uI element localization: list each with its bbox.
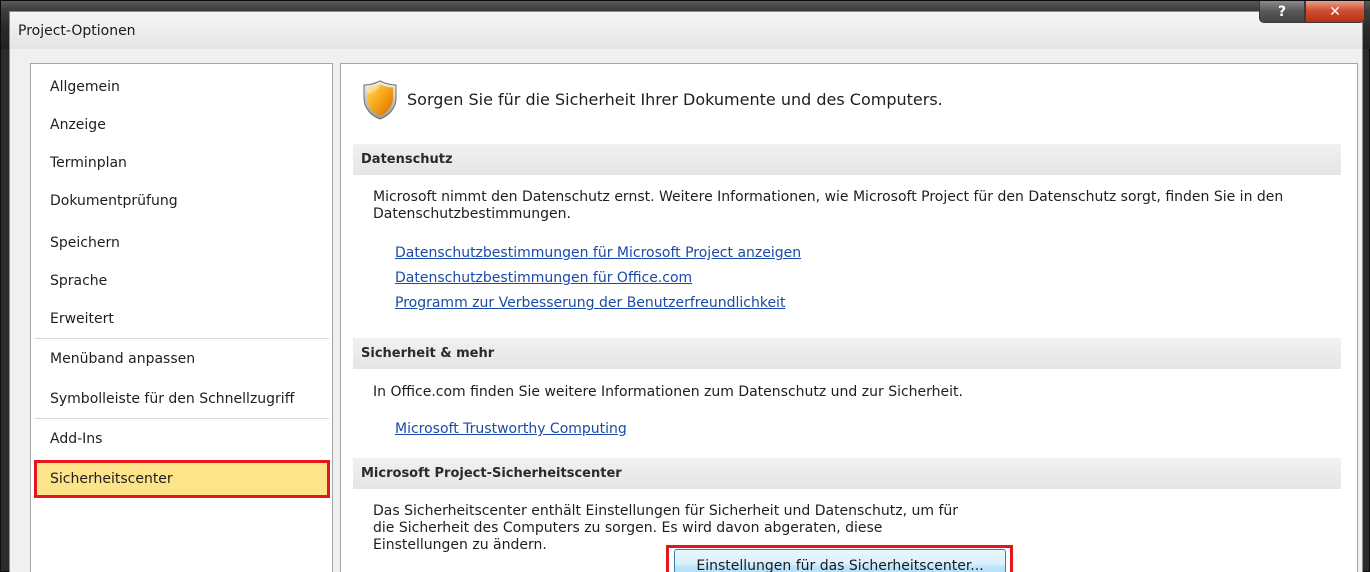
dialog-content: Allgemein Anzeige Terminplan Dokumentprü… (9, 49, 1363, 572)
link-datenschutz-project[interactable]: Datenschutzbestimmungen für Microsoft Pr… (395, 245, 801, 261)
main-panel: Sorgen Sie für die Sicherheit Ihrer Doku… (340, 63, 1358, 572)
help-button[interactable]: ? (1259, 1, 1305, 23)
caption-buttons: ? ✕ (1259, 1, 1365, 23)
sidebar-item-erweitert[interactable]: Erweitert (34, 300, 330, 338)
title-bar[interactable]: Project-Optionen ? ✕ (1, 1, 1370, 49)
help-icon: ? (1277, 3, 1287, 20)
sidebar-item-anzeige[interactable]: Anzeige (34, 106, 330, 144)
close-icon: ✕ (1329, 3, 1341, 20)
trust-center-settings-button[interactable]: Einstellungen für das Sicherheitscenter.… (674, 549, 1006, 572)
page-title: Sorgen Sie für die Sicherheit Ihrer Doku… (407, 90, 943, 109)
link-trustworthy-computing[interactable]: Microsoft Trustworthy Computing (395, 421, 627, 437)
window-title: Project-Optionen (18, 23, 136, 39)
sidebar-item-terminplan[interactable]: Terminplan (34, 144, 330, 182)
datenschutz-description: Microsoft nimmt den Datenschutz ernst. W… (373, 189, 1284, 222)
section-header-sicherheit: Sicherheit & mehr (353, 338, 1341, 369)
sidebar-item-allgemein[interactable]: Allgemein (34, 68, 330, 106)
security-shield-icon (363, 80, 397, 120)
section-header-sicherheitscenter: Microsoft Project-Sicherheitscenter (353, 458, 1341, 489)
sidebar-item-sprache[interactable]: Sprache (34, 262, 330, 300)
section-header-datenschutz: Datenschutz (353, 144, 1341, 175)
project-options-dialog: Project-Optionen ? ✕ Allgemein Anzeige T… (0, 0, 1370, 572)
link-datenschutz-officecom[interactable]: Datenschutzbestimmungen für Office.com (395, 270, 692, 286)
sidebar-item-sicherheitscenter[interactable]: Sicherheitscenter (34, 460, 330, 498)
link-verbesserung-benutzerfreundlichkeit[interactable]: Programm zur Verbesserung der Benutzerfr… (395, 295, 785, 311)
options-sidebar: Allgemein Anzeige Terminplan Dokumentprü… (30, 63, 333, 572)
close-button[interactable]: ✕ (1305, 1, 1365, 23)
sidebar-divider (35, 418, 329, 419)
sidebar-item-add-ins[interactable]: Add-Ins (34, 420, 330, 458)
sidebar-item-dokumentpruefung[interactable]: Dokumentprüfung (34, 182, 330, 220)
sidebar-item-speichern[interactable]: Speichern (34, 224, 330, 262)
sidebar-divider (35, 338, 329, 339)
sidebar-item-schnellzugriff[interactable]: Symbolleiste für den Schnellzugriff (34, 380, 330, 418)
title-pane: Project-Optionen (9, 11, 1363, 49)
sidebar-item-menueband-anpassen[interactable]: Menüband anpassen (34, 340, 330, 378)
sicherheit-description: In Office.com finden Sie weitere Informa… (373, 384, 963, 400)
